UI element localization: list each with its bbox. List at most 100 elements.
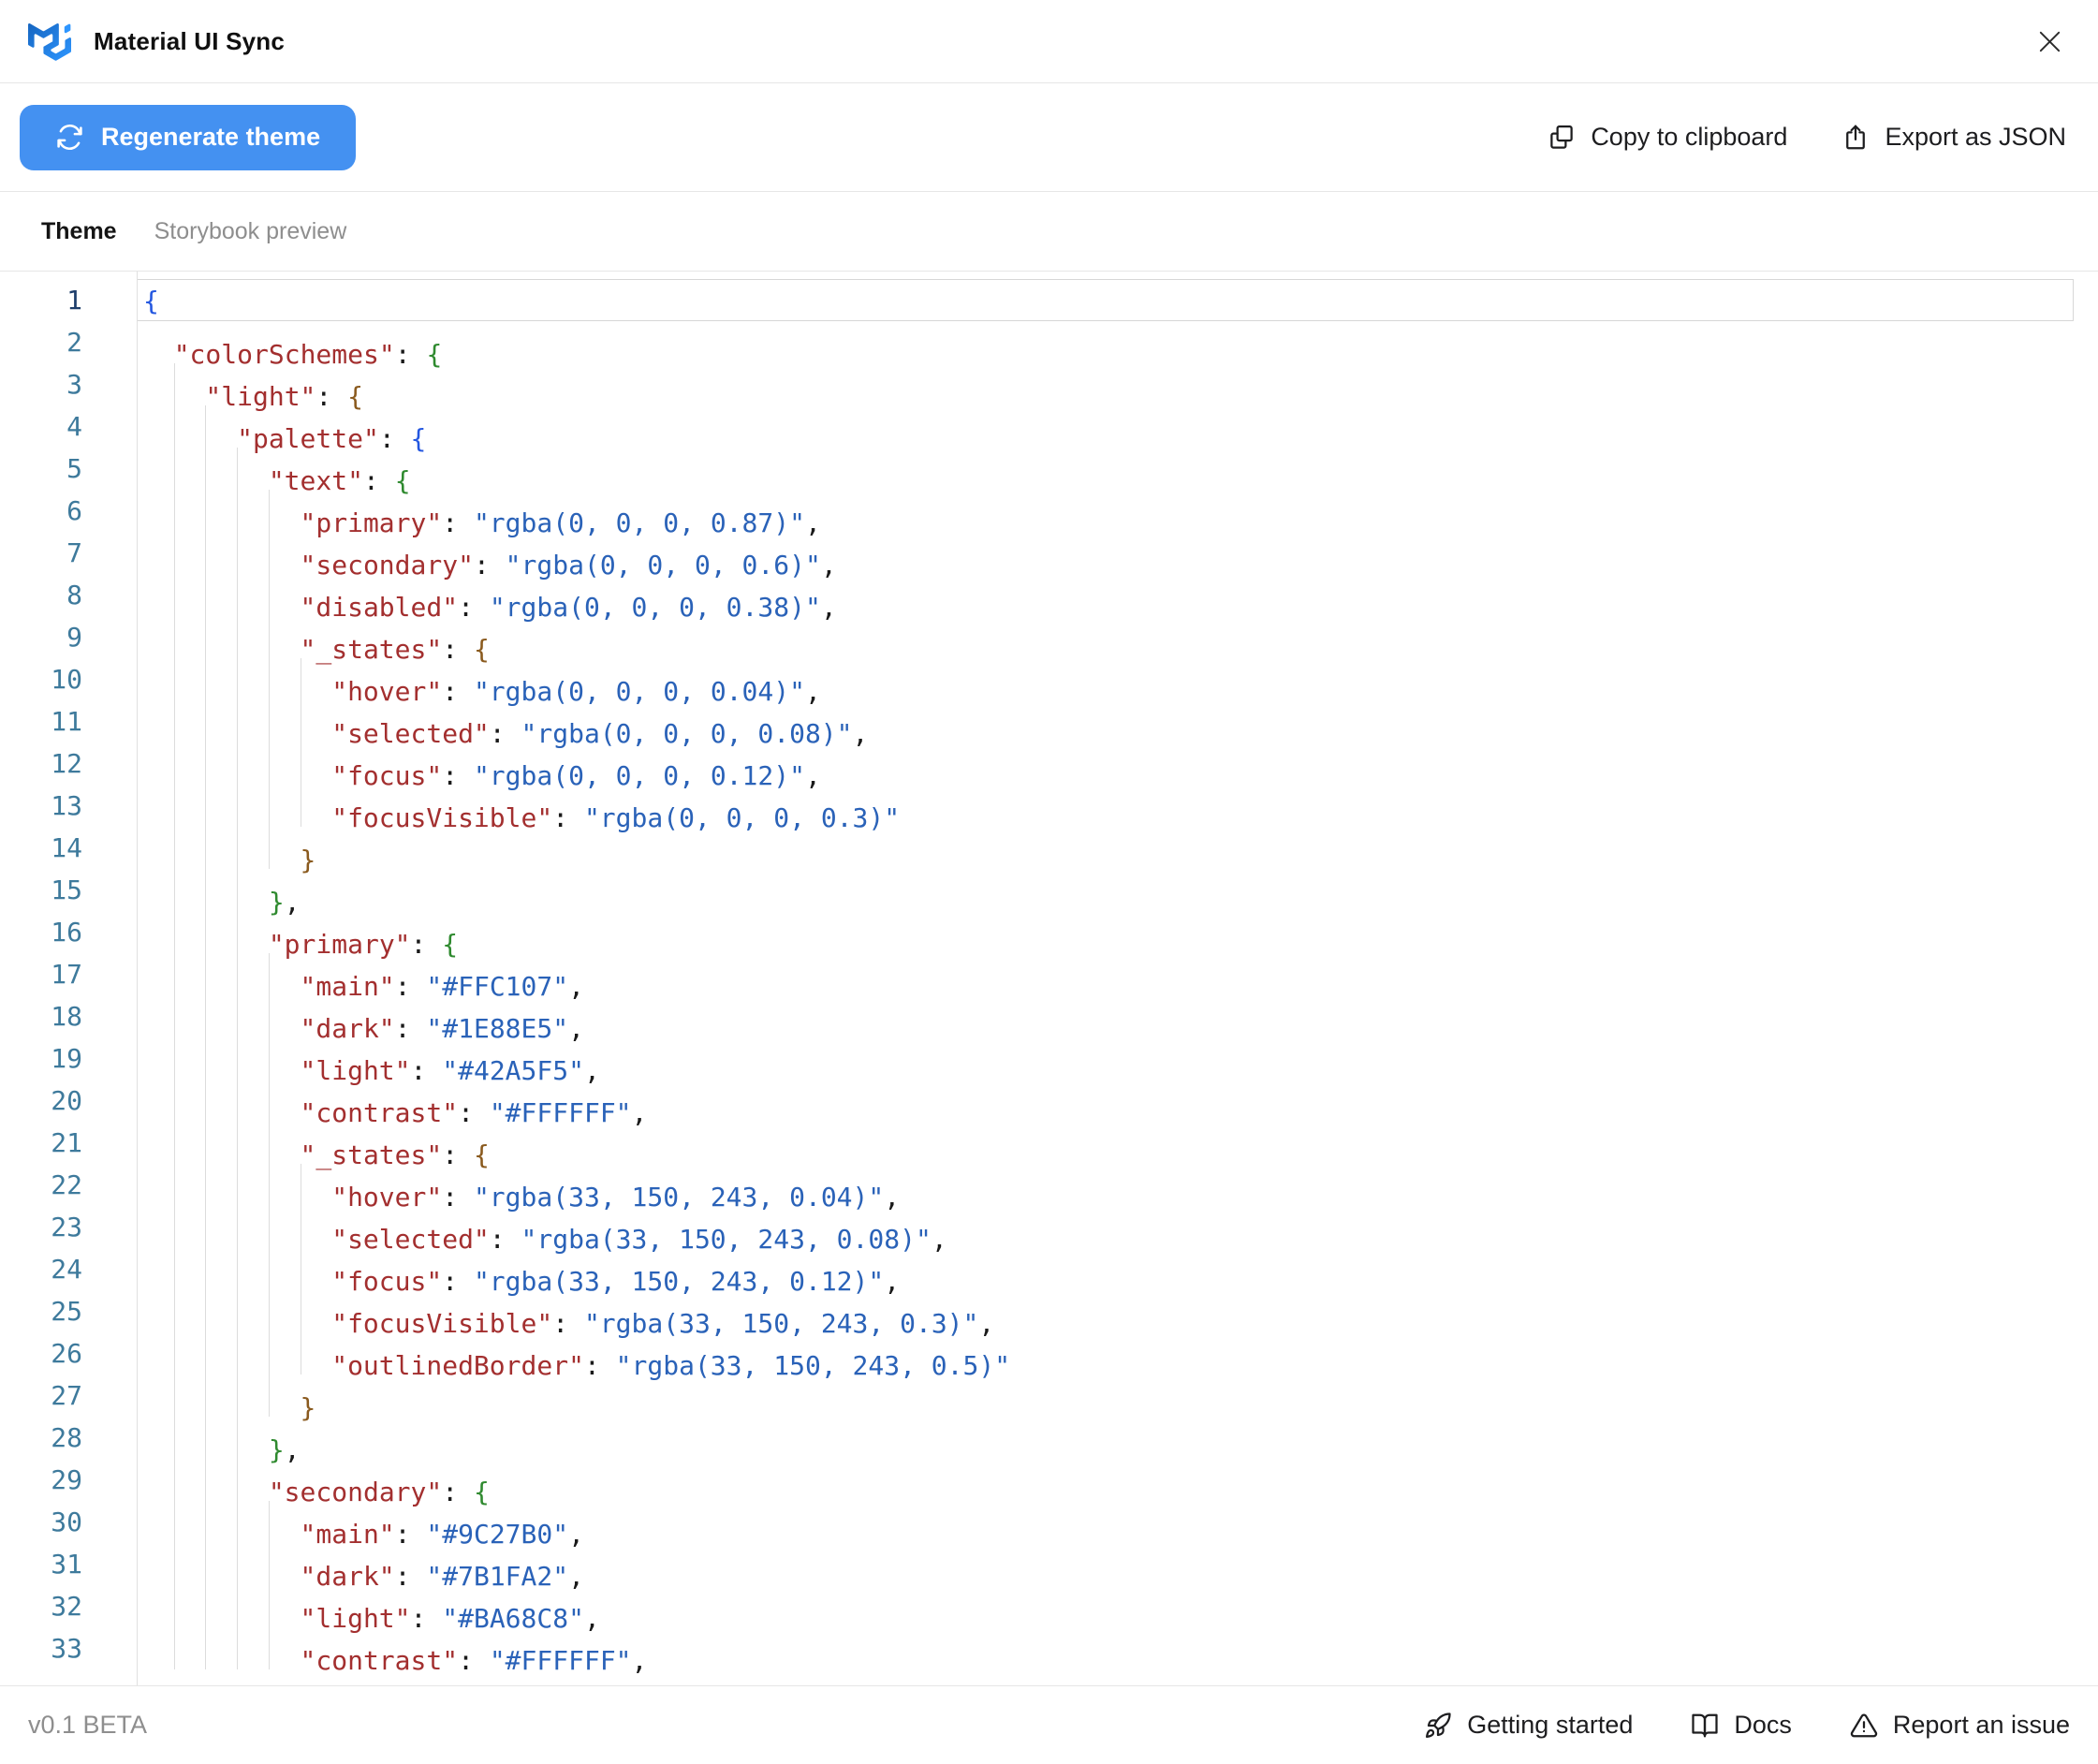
- code-line[interactable]: 19"light": "#42A5F5",: [0, 1037, 2098, 1080]
- line-number: 14: [0, 827, 137, 869]
- indent-guide: [269, 1290, 301, 1332]
- code-line[interactable]: 17"main": "#FFC107",: [0, 953, 2098, 995]
- indent-space: [142, 785, 174, 827]
- indent-guide: [237, 911, 269, 953]
- line-number: 6: [0, 490, 137, 532]
- share-export-icon: [1841, 124, 1870, 152]
- indent-guide: [174, 700, 206, 742]
- code-line[interactable]: 13"focusVisible": "rgba(0, 0, 0, 0.3)": [0, 785, 2098, 827]
- regenerate-theme-button[interactable]: Regenerate theme: [20, 105, 356, 170]
- indent-guide: [205, 953, 237, 995]
- code-line[interactable]: 9"_states": {: [0, 616, 2098, 658]
- code-line[interactable]: 18"dark": "#1E88E5",: [0, 995, 2098, 1037]
- copy-to-clipboard-label: Copy to clipboard: [1591, 123, 1787, 152]
- indent-guide: [237, 1459, 269, 1501]
- tab-theme[interactable]: Theme: [41, 218, 117, 245]
- code-line[interactable]: 15},: [0, 869, 2098, 911]
- indent-guide: [174, 448, 206, 490]
- indent-guide: [174, 1374, 206, 1417]
- code-line[interactable]: 25"focusVisible": "rgba(33, 150, 243, 0.…: [0, 1290, 2098, 1332]
- code-line[interactable]: 16"primary": {: [0, 911, 2098, 953]
- indent-space: [142, 1374, 174, 1417]
- code-line[interactable]: 1{: [0, 279, 2098, 321]
- code-line-content: "palette": {: [137, 405, 2074, 448]
- indent-guide: [205, 1332, 237, 1374]
- indent-guide: [237, 1164, 269, 1206]
- code-line-content: "_states": {: [137, 1122, 2074, 1164]
- code-line[interactable]: 6"primary": "rgba(0, 0, 0, 0.87)",: [0, 490, 2098, 532]
- indent-guide: [205, 1164, 237, 1206]
- indent-guide: [205, 1374, 237, 1417]
- code-line[interactable]: 7"secondary": "rgba(0, 0, 0, 0.6)",: [0, 532, 2098, 574]
- indent-guide: [205, 490, 237, 532]
- indent-guide: [174, 742, 206, 785]
- code-line[interactable]: 12"focus": "rgba(0, 0, 0, 0.12)",: [0, 742, 2098, 785]
- code-line-content: "light": "#42A5F5",: [137, 1037, 2074, 1080]
- code-line[interactable]: 10"hover": "rgba(0, 0, 0, 0.04)",: [0, 658, 2098, 700]
- indent-guide: [237, 995, 269, 1037]
- app-title: Material UI Sync: [94, 27, 285, 56]
- code-line[interactable]: 27}: [0, 1374, 2098, 1417]
- code-lines: 1{2"colorSchemes": {3"light": {4"palette…: [0, 279, 2098, 1669]
- code-line[interactable]: 29"secondary": {: [0, 1459, 2098, 1501]
- code-line[interactable]: 33"contrast": "#FFFFFF",: [0, 1627, 2098, 1669]
- indent-guide: [237, 869, 269, 911]
- code-line[interactable]: 4"palette": {: [0, 405, 2098, 448]
- report-an-issue-link[interactable]: Report an issue: [1850, 1711, 2070, 1740]
- indent-space: [142, 1290, 174, 1332]
- indent-guide: [269, 953, 301, 995]
- code-line[interactable]: 31"dark": "#7B1FA2",: [0, 1543, 2098, 1585]
- theme-json-editor[interactable]: 1{2"colorSchemes": {3"light": {4"palette…: [0, 272, 2098, 1685]
- getting-started-link[interactable]: Getting started: [1424, 1711, 1633, 1740]
- code-line-content: "dark": "#1E88E5",: [137, 995, 2074, 1037]
- indent-guide: [174, 911, 206, 953]
- code-line[interactable]: 28},: [0, 1417, 2098, 1459]
- line-number: 11: [0, 700, 137, 742]
- indent-space: [142, 405, 174, 448]
- line-number: 22: [0, 1164, 137, 1206]
- tab-storybook-preview[interactable]: Storybook preview: [154, 218, 347, 245]
- indent-guide: [205, 827, 237, 869]
- code-line[interactable]: 3"light": {: [0, 363, 2098, 405]
- line-number: 13: [0, 785, 137, 827]
- close-button[interactable]: [2029, 21, 2070, 62]
- code-line[interactable]: 26"outlinedBorder": "rgba(33, 150, 243, …: [0, 1332, 2098, 1374]
- code-line[interactable]: 8"disabled": "rgba(0, 0, 0, 0.38)",: [0, 574, 2098, 616]
- code-line[interactable]: 11"selected": "rgba(0, 0, 0, 0.08)",: [0, 700, 2098, 742]
- copy-to-clipboard-button[interactable]: Copy to clipboard: [1548, 123, 1787, 152]
- line-number: 33: [0, 1627, 137, 1669]
- indent-space: [142, 953, 174, 995]
- indent-space: [142, 532, 174, 574]
- code-line-content: {: [137, 279, 2074, 321]
- code-line-content: "selected": "rgba(33, 150, 243, 0.08)",: [137, 1206, 2074, 1248]
- code-line[interactable]: 24"focus": "rgba(33, 150, 243, 0.12)",: [0, 1248, 2098, 1290]
- code-line-content: "_states": {: [137, 616, 2074, 658]
- export-as-json-button[interactable]: Export as JSON: [1841, 123, 2066, 152]
- indent-guide: [205, 532, 237, 574]
- code-line[interactable]: 14}: [0, 827, 2098, 869]
- docs-link[interactable]: Docs: [1691, 1711, 1792, 1740]
- code-line[interactable]: 20"contrast": "#FFFFFF",: [0, 1080, 2098, 1122]
- code-line[interactable]: 21"_states": {: [0, 1122, 2098, 1164]
- line-number: 29: [0, 1459, 137, 1501]
- code-line[interactable]: 5"text": {: [0, 448, 2098, 490]
- indent-guide: [205, 700, 237, 742]
- indent-guide: [174, 1206, 206, 1248]
- code-line[interactable]: 22"hover": "rgba(33, 150, 243, 0.04)",: [0, 1164, 2098, 1206]
- line-number: 23: [0, 1206, 137, 1248]
- indent-guide: [174, 1501, 206, 1543]
- line-number: 15: [0, 869, 137, 911]
- code-line[interactable]: 32"light": "#BA68C8",: [0, 1585, 2098, 1627]
- titlebar: Material UI Sync: [0, 0, 2098, 83]
- indent-guide: [269, 1037, 301, 1080]
- indent-guide: [205, 1585, 237, 1627]
- indent-space: [142, 490, 174, 532]
- statusbar: v0.1 BETA Getting started Docs: [0, 1685, 2098, 1764]
- code-line[interactable]: 2"colorSchemes": {: [0, 321, 2098, 363]
- indent-guide: [205, 405, 237, 448]
- indent-guide: [237, 1543, 269, 1585]
- code-line[interactable]: 23"selected": "rgba(33, 150, 243, 0.08)"…: [0, 1206, 2098, 1248]
- indent-space: [142, 911, 174, 953]
- code-line-content: "hover": "rgba(0, 0, 0, 0.04)",: [137, 658, 2074, 700]
- code-line[interactable]: 30"main": "#9C27B0",: [0, 1501, 2098, 1543]
